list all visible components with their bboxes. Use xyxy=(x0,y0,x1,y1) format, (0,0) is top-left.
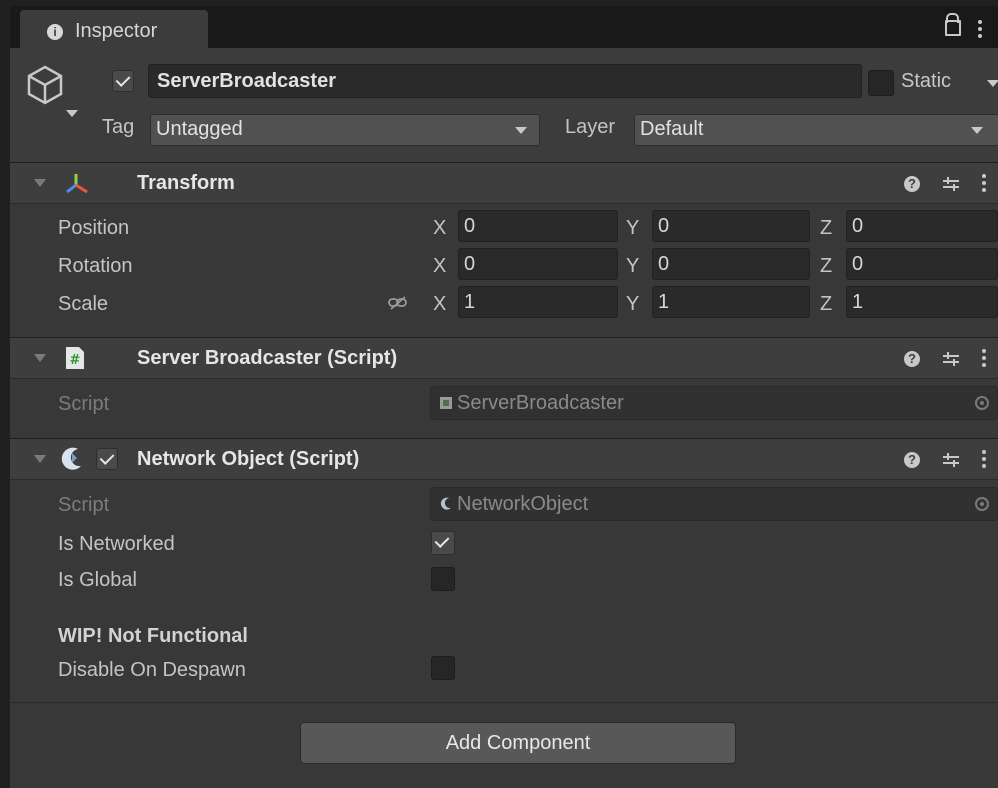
help-icon[interactable]: ? xyxy=(904,176,920,192)
tab-inspector[interactable]: i Inspector xyxy=(20,10,208,48)
more-options-icon[interactable] xyxy=(982,450,986,471)
object-picker-icon[interactable] xyxy=(975,396,989,410)
presets-icon[interactable] xyxy=(942,452,960,468)
position-label: Position xyxy=(58,217,130,239)
svg-text:#: # xyxy=(70,353,81,368)
scale-x-value: 1 xyxy=(464,291,476,313)
icon-dropdown-caret[interactable] xyxy=(66,110,78,117)
layer-label: Layer xyxy=(565,116,616,138)
add-component-button[interactable]: Add Component xyxy=(300,722,736,764)
transform-header[interactable]: Transform ? xyxy=(10,162,998,204)
network-object-enabled-checkbox[interactable] xyxy=(96,448,118,470)
layer-value: Default xyxy=(640,118,704,140)
scale-x-label[interactable]: X xyxy=(433,293,446,316)
foldout-arrow-icon[interactable] xyxy=(34,455,46,463)
layer-dropdown[interactable]: Default xyxy=(634,114,998,146)
scale-y-field[interactable]: 1 xyxy=(652,286,810,318)
tab-bar: i Inspector xyxy=(10,6,998,48)
rotation-x-label[interactable]: X xyxy=(433,255,446,278)
script-value: ServerBroadcaster xyxy=(457,392,624,414)
object-name-field[interactable]: ServerBroadcaster xyxy=(148,64,862,98)
rotation-z-value: 0 xyxy=(852,253,864,275)
is-global-checkbox[interactable] xyxy=(431,567,455,591)
server-broadcaster-script-field[interactable]: ServerBroadcaster xyxy=(430,386,998,420)
network-object-header[interactable]: Network Object (Script) ? xyxy=(10,438,998,480)
rotation-y-label[interactable]: Y xyxy=(626,255,639,278)
position-y-field[interactable]: 0 xyxy=(652,210,810,242)
chevron-down-icon xyxy=(971,127,983,134)
constrain-proportions-icon[interactable] xyxy=(388,295,408,311)
position-x-label[interactable]: X xyxy=(433,217,446,240)
server-broadcaster-header[interactable]: # Server Broadcaster (Script) ? xyxy=(10,337,998,379)
disable-on-despawn-label: Disable On Despawn xyxy=(58,659,246,681)
network-object-script-field[interactable]: NetworkObject xyxy=(430,487,998,521)
network-object-script-icon xyxy=(440,497,451,510)
csharp-script-icon: # xyxy=(66,347,84,369)
divider xyxy=(10,702,998,703)
static-checkbox[interactable] xyxy=(868,70,894,96)
position-x-value: 0 xyxy=(464,215,476,237)
more-options-icon[interactable] xyxy=(978,20,982,41)
wip-warning-label: WIP! Not Functional xyxy=(58,625,248,647)
foldout-arrow-icon[interactable] xyxy=(34,179,46,187)
position-z-label[interactable]: Z xyxy=(820,217,832,240)
scale-z-label[interactable]: Z xyxy=(820,293,832,316)
position-y-label[interactable]: Y xyxy=(626,217,639,240)
scale-y-label[interactable]: Y xyxy=(626,293,639,316)
cube-icon[interactable] xyxy=(26,64,64,108)
scale-label: Scale xyxy=(58,293,109,315)
rotation-z-label[interactable]: Z xyxy=(820,255,832,278)
scale-x-field[interactable]: 1 xyxy=(458,286,618,318)
script-file-icon xyxy=(440,397,452,409)
scale-y-value: 1 xyxy=(658,291,670,313)
position-x-field[interactable]: 0 xyxy=(458,210,618,242)
static-label: Static xyxy=(901,70,952,92)
server-broadcaster-title: Server Broadcaster (Script) xyxy=(137,347,398,369)
is-networked-label: Is Networked xyxy=(58,533,175,555)
help-icon[interactable]: ? xyxy=(904,452,920,468)
chevron-down-icon xyxy=(515,127,527,134)
script-label: Script xyxy=(58,494,110,516)
object-header: ServerBroadcaster Static Tag Untagged La… xyxy=(10,48,998,163)
tag-label: Tag xyxy=(102,116,135,138)
static-dropdown-caret[interactable] xyxy=(987,80,998,87)
rotation-y-value: 0 xyxy=(658,253,670,275)
object-name: ServerBroadcaster xyxy=(157,70,336,92)
more-options-icon[interactable] xyxy=(982,349,986,370)
presets-icon[interactable] xyxy=(942,351,960,367)
rotation-label: Rotation xyxy=(58,255,133,277)
script-value: NetworkObject xyxy=(457,493,589,515)
rotation-x-field[interactable]: 0 xyxy=(458,248,618,280)
rotation-x-value: 0 xyxy=(464,253,476,275)
lock-icon[interactable] xyxy=(945,13,961,36)
inspector-panel: i Inspector ServerBroadcaster Static Tag… xyxy=(10,6,998,788)
position-z-value: 0 xyxy=(852,215,864,237)
is-networked-checkbox[interactable] xyxy=(431,531,455,555)
tag-dropdown[interactable]: Untagged xyxy=(150,114,540,146)
presets-icon[interactable] xyxy=(942,176,960,192)
foldout-arrow-icon[interactable] xyxy=(34,354,46,362)
position-y-value: 0 xyxy=(658,215,670,237)
rotation-y-field[interactable]: 0 xyxy=(652,248,810,280)
object-picker-icon[interactable] xyxy=(975,497,989,511)
rotation-z-field[interactable]: 0 xyxy=(846,248,998,280)
help-icon[interactable]: ? xyxy=(904,351,920,367)
scale-z-value: 1 xyxy=(852,291,864,313)
script-label: Script xyxy=(58,393,110,415)
transform-title: Transform xyxy=(137,172,235,194)
tag-value: Untagged xyxy=(156,118,243,140)
network-object-title: Network Object (Script) xyxy=(137,448,360,470)
more-options-icon[interactable] xyxy=(982,174,986,195)
tab-label: Inspector xyxy=(75,20,158,42)
disable-on-despawn-checkbox[interactable] xyxy=(431,656,455,680)
position-z-field[interactable]: 0 xyxy=(846,210,998,242)
is-global-label: Is Global xyxy=(58,569,137,591)
scale-z-field[interactable]: 1 xyxy=(846,286,998,318)
active-checkbox[interactable] xyxy=(112,70,134,92)
network-object-icon xyxy=(61,447,81,470)
transform-icon xyxy=(66,174,88,194)
info-icon: i xyxy=(47,24,63,40)
